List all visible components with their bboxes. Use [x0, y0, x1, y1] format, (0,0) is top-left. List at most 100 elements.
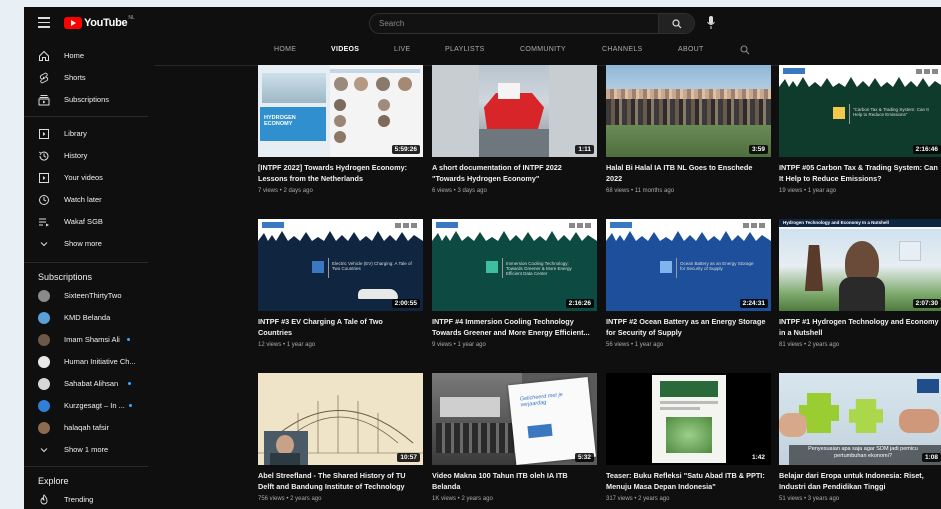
video-thumbnail[interactable]: 3:59 — [606, 65, 771, 157]
tab-live[interactable]: LIVE — [394, 46, 410, 53]
video-meta: 756 views • 2 years ago — [258, 496, 322, 502]
tab-playlists[interactable]: PLAYLISTS — [445, 46, 485, 53]
subscription-name: Human Initiative Ch... — [64, 357, 136, 366]
sidebar-item-wakaf-sgb[interactable]: Wakaf SGB — [24, 212, 154, 232]
video-duration: 1:11 — [575, 145, 594, 154]
video-title[interactable]: Video Makna 100 Tahun ITB oleh IA ITB Be… — [432, 471, 592, 492]
subscriptions-show-more[interactable]: Show 1 more — [24, 440, 154, 460]
subscription-name: SixteenThirtyTwo — [64, 291, 122, 300]
video-meta: 81 views • 2 years ago — [779, 342, 840, 348]
thumbnail-caption: Penyesuaian apa saja agar SDM jadi pemic… — [808, 446, 918, 459]
video-title[interactable]: INTPF #3 EV Charging A Tale of Two Count… — [258, 317, 418, 338]
video-thumbnail[interactable]: 1:42 — [606, 373, 771, 465]
video-thumbnail[interactable]: Gelicheerd met je verjaardag 5:32 — [432, 373, 597, 465]
sidebar-show-more[interactable]: Show more — [24, 234, 154, 254]
sidebar-item-label: Shorts — [64, 73, 86, 82]
sidebar-item-label: Home — [64, 51, 85, 60]
shorts-icon — [39, 72, 49, 84]
youtube-logo[interactable]: YouTube NL — [64, 15, 135, 31]
video-thumbnail[interactable]: 1:11 — [432, 65, 597, 157]
video-thumbnail[interactable]: Immersion Cooling Technology: Towards Gr… — [432, 219, 597, 311]
sidebar-divider — [24, 466, 148, 467]
sidebar-item-home[interactable]: Home — [24, 46, 154, 66]
video-meta: 51 views • 3 years ago — [779, 496, 840, 502]
sidebar-item-watch-later[interactable]: Watch later — [24, 190, 154, 210]
home-icon — [39, 50, 49, 61]
sidebar-item-trending[interactable]: Trending — [24, 490, 154, 509]
sidebar-item-label: Your videos — [64, 173, 103, 182]
video-meta: 56 views • 1 year ago — [606, 342, 664, 348]
subscription-item[interactable]: SixteenThirtyTwo — [24, 286, 154, 306]
video-title[interactable]: Belajar dari Eropa untuk Indonesia: Rise… — [779, 471, 939, 492]
sidebar-item-shorts[interactable]: Shorts — [24, 68, 154, 88]
video-thumbnail[interactable]: Hydrogen Technology and Economy In a Nut… — [779, 219, 941, 311]
video-title[interactable]: INTPF #05 Carbon Tax & Trading System: C… — [779, 163, 939, 184]
library-icon — [39, 129, 49, 139]
tab-videos[interactable]: VIDEOS — [331, 46, 359, 53]
sidebar-item-subscriptions[interactable]: Subscriptions — [24, 90, 154, 110]
subscription-name: Kurzgesagt – In ... — [64, 401, 125, 410]
tab-about[interactable]: ABOUT — [678, 46, 704, 53]
video-thumbnail[interactable]: HYDROGEN ECONOMY 5:59:26 — [258, 65, 423, 157]
video-thumbnail[interactable]: Ocean Battery as an Energy Storage for S… — [606, 219, 771, 311]
search-button[interactable] — [658, 14, 694, 33]
video-title[interactable]: INTPF #4 Immersion Cooling Technology To… — [432, 317, 592, 338]
sidebar-item-label: History — [64, 151, 88, 160]
sidebar-item-label: Show 1 more — [64, 445, 109, 454]
avatar — [38, 356, 50, 368]
subscription-item[interactable]: KMD Belanda — [24, 308, 154, 328]
video-title[interactable]: [INTPF 2022] Towards Hydrogen Economy: L… — [258, 163, 418, 184]
video-thumbnail[interactable]: Electric Vehicle (EV) Charging: A Tale o… — [258, 219, 423, 311]
video-thumbnail[interactable]: "Carbon Tax & Trading System: Can It Hel… — [779, 65, 941, 157]
video-duration: 2:24:31 — [739, 299, 768, 308]
video-duration: 3:59 — [748, 145, 768, 154]
sidebar-item-your-videos[interactable]: Your videos — [24, 168, 154, 188]
thumbnail-title: HYDROGEN ECONOMY — [264, 115, 296, 127]
video-thumbnail[interactable]: 10:57 — [258, 373, 423, 465]
search-box — [369, 13, 695, 34]
microphone-icon[interactable] — [707, 16, 715, 30]
playlist-icon — [39, 218, 49, 227]
video-title[interactable]: INTPF #2 Ocean Battery as an Energy Stor… — [606, 317, 766, 338]
top-bar: YouTube NL — [24, 7, 941, 40]
sidebar-item-history[interactable]: History — [24, 146, 154, 166]
subscription-item[interactable]: Imam Shamsi Ali — [24, 330, 154, 350]
subscription-name: Sahabat Alihsan — [64, 379, 119, 388]
avatar — [38, 290, 50, 302]
sidebar-item-label: Wakaf SGB — [64, 217, 103, 226]
thumbnail-title: Immersion Cooling Technology: Towards Gr… — [506, 261, 572, 276]
sidebar-divider — [24, 116, 148, 117]
video-title[interactable]: A short documentation of INTPF 2022 "Tow… — [432, 163, 592, 184]
thumbnail-title: Electric Vehicle (EV) Charging: A Tale o… — [332, 261, 412, 271]
youtube-window: YouTube NL HOME VIDEOS LIVE PLAYLISTS CO… — [24, 7, 941, 509]
your-videos-icon — [39, 173, 49, 183]
channel-search-icon[interactable] — [740, 45, 750, 55]
subscription-item[interactable]: Sahabat Alihsan — [24, 374, 154, 394]
subscription-item[interactable]: halaqah tafsir — [24, 418, 154, 438]
menu-icon[interactable] — [38, 17, 50, 28]
tab-community[interactable]: COMMUNITY — [520, 46, 566, 53]
thumbnail-title: Ocean Battery as an Energy Storage for S… — [680, 261, 754, 271]
video-title[interactable]: Teaser: Buku Refleksi "Satu Abad ITB & P… — [606, 471, 766, 492]
chevron-down-icon — [40, 448, 48, 453]
video-duration: 2:16:26 — [565, 299, 594, 308]
sidebar-item-label: Show more — [64, 239, 102, 248]
tab-home[interactable]: HOME — [274, 46, 296, 53]
subscription-item[interactable]: Human Initiative Ch... — [24, 352, 154, 372]
video-meta: 1K views • 2 years ago — [432, 496, 493, 502]
subscription-item[interactable]: Kurzgesagt – In ... — [24, 396, 154, 416]
video-meta: 12 views • 1 year ago — [258, 342, 316, 348]
explore-heading: Explore — [38, 476, 69, 486]
sidebar-item-library[interactable]: Library — [24, 124, 154, 144]
search-input[interactable] — [370, 14, 660, 33]
video-title[interactable]: Halal Bi Halal IA ITB NL Goes to Ensched… — [606, 163, 766, 184]
video-duration: 2:00:55 — [391, 299, 420, 308]
video-duration: 1:08 — [921, 453, 941, 462]
video-thumbnail[interactable]: Penyesuaian apa saja agar SDM jadi pemic… — [779, 373, 941, 465]
tab-channels[interactable]: CHANNELS — [602, 46, 643, 53]
avatar — [38, 400, 50, 412]
video-title[interactable]: INTPF #1 Hydrogen Technology and Economy… — [779, 317, 939, 338]
video-duration: 2:07:30 — [912, 299, 941, 308]
video-title[interactable]: Abel Streefland - The Shared History of … — [258, 471, 418, 492]
thumbnail-title: "Carbon Tax & Trading System: Can It Hel… — [853, 107, 929, 117]
